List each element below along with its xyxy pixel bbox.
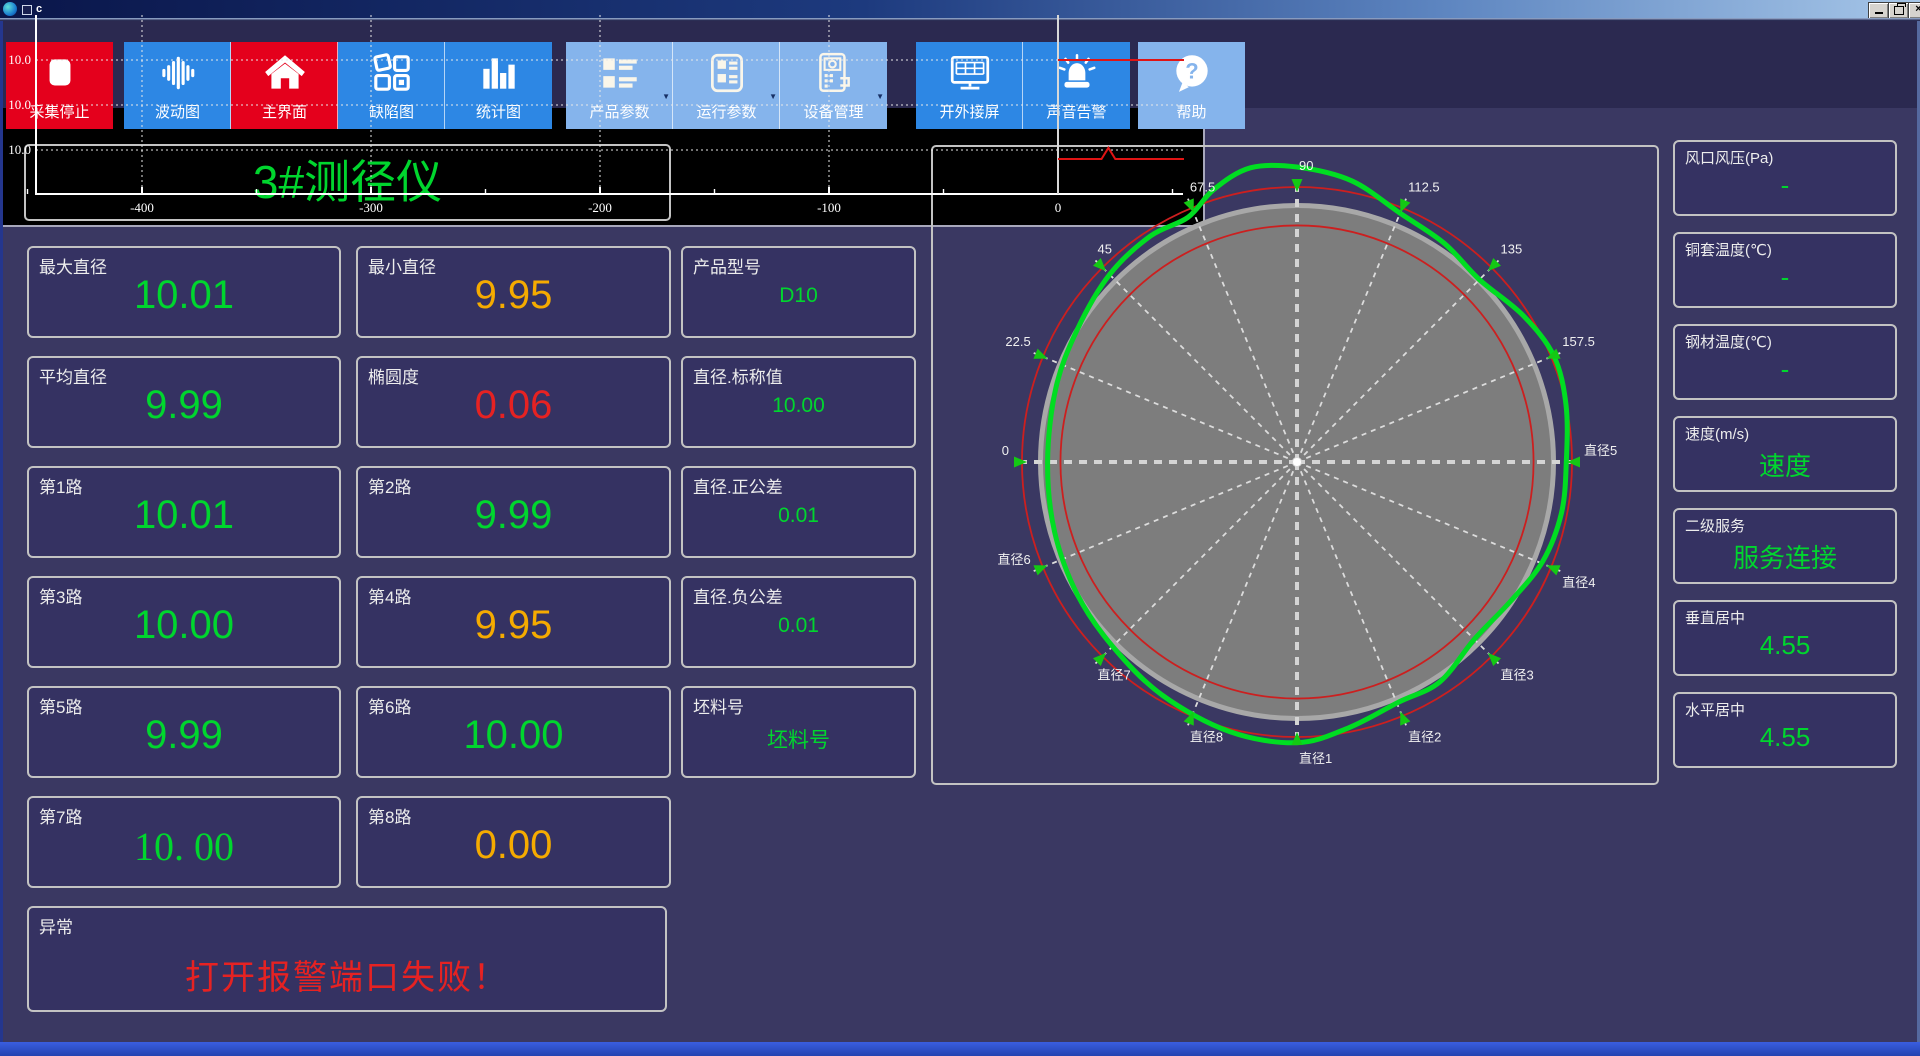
card-max-diameter: 最大直径 10.01: [27, 246, 341, 338]
min-diameter-value: 9.95: [474, 273, 553, 317]
spoke-label: 135: [1501, 242, 1523, 257]
card-channel-4: 第4路 9.95: [356, 576, 671, 668]
card-positive-tolerance: 直径.正公差 0.01: [681, 466, 916, 558]
alarm-card: 异常 打开报警端口失败！: [27, 906, 667, 1012]
restore-button[interactable]: [1888, 2, 1909, 19]
status-card-speed: 速度(m/s) 速度: [1673, 416, 1897, 492]
billet-no-value: 坯料号: [767, 729, 830, 752]
spoke-label: 直径7: [1098, 668, 1131, 683]
card-channel-1: 第1路 10.01: [27, 466, 341, 558]
card-channel-6: 第6路 10.00: [356, 686, 671, 778]
spoke-label: 112.5: [1408, 180, 1440, 195]
horizontal-center-value: 4.55: [1759, 722, 1811, 752]
channel-1-value: 10.01: [133, 493, 235, 537]
x-axis-label: 0: [1055, 200, 1062, 215]
polar-profile-chart: 022.54567.590112.5135157.5直径5直径4直径3直径2直径…: [997, 158, 1617, 766]
spoke-label: 直径4: [1562, 575, 1595, 590]
channel-5-value: 9.99: [145, 713, 223, 757]
y-axis-label: 10.0: [8, 142, 31, 157]
vertical-center-label: 垂直居中: [1685, 610, 1746, 627]
spoke-label: 0: [1002, 443, 1009, 458]
diameter-trace: [1058, 145, 1184, 160]
card-channel-3: 第3路 10.00: [27, 576, 341, 668]
tuyere-pressure-label: 风口风压(Pa): [1685, 150, 1774, 167]
channel-7-value: 10. 00: [134, 824, 234, 869]
horizontal-center-label: 水平居中: [1685, 702, 1746, 719]
spoke-label: 直径8: [1190, 729, 1223, 744]
close-button[interactable]: ×: [1908, 2, 1920, 19]
channel-4-value: 9.95: [474, 603, 553, 647]
minimize-button[interactable]: [1868, 2, 1889, 19]
minimize-icon: [1874, 12, 1883, 14]
product-model-label: 产品型号: [693, 258, 761, 277]
status-card-steel-temp: 钢材温度(℃) -: [1673, 324, 1897, 400]
product-model-value: D10: [779, 284, 818, 307]
avg-diameter-value: 9.99: [145, 383, 223, 427]
ovality-value: 0.06: [474, 383, 553, 427]
positive-tolerance-value: 0.01: [778, 504, 819, 527]
channel-2-value: 9.99: [474, 493, 553, 537]
l2-service-label: 二级服务: [1685, 518, 1746, 535]
alarm-label: 异常: [39, 918, 73, 937]
close-icon: ×: [1915, 3, 1920, 15]
card-nominal-diameter: 直径.标称值 10.00: [681, 356, 916, 448]
card-channel-5: 第5路 9.99: [27, 686, 341, 778]
spoke-label: 90: [1299, 158, 1313, 173]
window-border-bottom: [0, 1042, 1920, 1056]
max-diameter-value: 10.01: [133, 273, 235, 317]
card-ovality: 椭圆度 0.06: [356, 356, 671, 448]
speed-value: 速度: [1758, 451, 1811, 481]
x-axis-label: -200: [588, 200, 612, 215]
card-channel-8: 第8路 0.00: [356, 796, 671, 888]
spoke-label: 45: [1098, 242, 1112, 257]
tuyere-pressure-value: -: [1780, 170, 1790, 200]
trend-chart: 10.0 10.0 10.0 -400 -300 -200 -100 0: [8, 15, 1184, 215]
billet-no-label: 坯料号: [693, 698, 744, 717]
y-axis-label: 10.0: [8, 52, 31, 67]
card-channel-2: 第2路 9.99: [356, 466, 671, 558]
card-product-model: 产品型号 D10: [681, 246, 916, 338]
polar-chart-panel: 0 22.5 45 67.5 90 112.5 135 157.5 直径5 直径4 直径3 直径2 直径…: [931, 145, 1659, 785]
status-card-horizontal-center: 水平居中 4.55: [1673, 692, 1897, 768]
status-card-sleeve-temp: 铜套温度(℃) -: [1673, 232, 1897, 308]
x-axis-label: -300: [359, 200, 383, 215]
negative-tolerance-value: 0.01: [778, 614, 819, 637]
card-min-diameter: 最小直径 9.95: [356, 246, 671, 338]
sleeve-temp-label: 铜套温度(℃): [1685, 242, 1772, 259]
steel-temp-label: 钢材温度(℃): [1685, 334, 1772, 351]
spoke-label: 直径1: [1299, 751, 1332, 766]
spoke-label: 直径6: [997, 552, 1030, 567]
app-window: c × 采集停止 波动图 主界面 缺陷图 统计图 产品参数 ▼ 运行参数 ▼ 设备管理 ▼ 开外接屏声…: [0, 0, 1920, 1056]
positive-tolerance-label: 直径.正公差: [693, 478, 783, 497]
negative-tolerance-label: 直径.负公差: [693, 588, 783, 607]
status-card-tuyere-pressure: 风口风压(Pa) -: [1673, 140, 1897, 216]
steel-temp-value: -: [1780, 354, 1790, 384]
spoke-label: 157.5: [1562, 334, 1595, 349]
spoke-label: 22.5: [1005, 334, 1030, 349]
restore-icon: [1893, 3, 1906, 15]
x-axis-label: -100: [817, 200, 841, 215]
card-negative-tolerance: 直径.负公差 0.01: [681, 576, 916, 668]
x-axis-label: -400: [130, 200, 154, 215]
card-billet-no: 坯料号 坯料号: [681, 686, 916, 778]
spoke-label: 直径3: [1501, 668, 1534, 683]
channel-8-value: 0.00: [474, 823, 553, 867]
status-card-l2-service: 二级服务服务连接: [1673, 508, 1897, 584]
status-card-vertical-center: 垂直居中 4.55: [1673, 600, 1897, 676]
channel-6-value: 10.00: [463, 713, 564, 757]
speed-label: 速度(m/s): [1685, 426, 1750, 443]
y-axis-label: 10.0: [8, 97, 31, 112]
spoke-label: 直径2: [1408, 729, 1441, 744]
vertical-center-value: 4.55: [1759, 630, 1811, 660]
nominal-diameter-value: 10.00: [772, 394, 825, 417]
nominal-diameter-label: 直径.标称值: [693, 368, 783, 387]
spoke-label: 直径5: [1584, 443, 1617, 458]
card-channel-7: 第7路 10. 00: [27, 796, 341, 888]
trend-chart-panel: 10.0 10.0 10.0 -400 -300 -200 -100 0: [0, 0, 1205, 227]
card-avg-diameter: 平均直径 9.99: [27, 356, 341, 448]
channel-3-value: 10.00: [133, 603, 235, 647]
sleeve-temp-value: -: [1780, 262, 1790, 292]
l2-service-value: 服务连接: [1732, 543, 1837, 573]
alarm-message: 打开报警端口失败！: [185, 960, 509, 997]
